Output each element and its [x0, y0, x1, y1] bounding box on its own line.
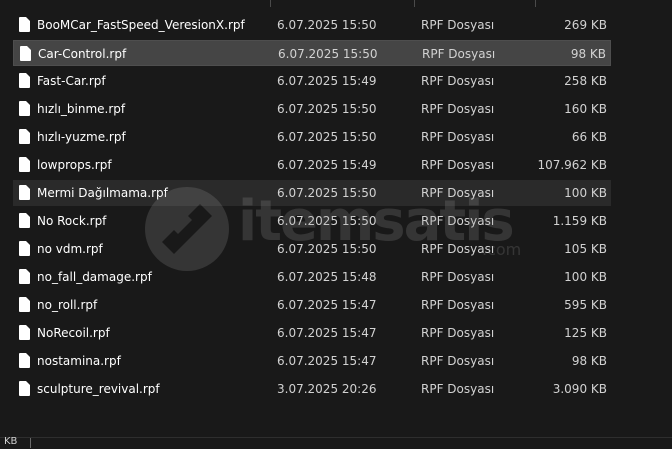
file-name: hızlı_binme.rpf	[37, 102, 126, 116]
file-name: lowprops.rpf	[37, 158, 112, 172]
file-icon	[19, 297, 30, 312]
file-type: RPF Dosyası	[421, 326, 495, 340]
file-row[interactable]: no_roll.rpf 6.07.2025 15:47 RPF Dosyası 595…	[13, 292, 611, 318]
file-type: RPF Dosyası	[421, 242, 495, 256]
file-size: 595 KB	[564, 298, 607, 312]
file-date: 6.07.2025 15:50	[278, 47, 378, 61]
column-separator[interactable]	[270, 0, 271, 7]
file-date: 6.07.2025 15:47	[277, 326, 377, 340]
file-size: 3.090 KB	[552, 382, 607, 396]
file-name: nostamina.rpf	[37, 354, 121, 368]
file-size: 1.159 KB	[552, 214, 607, 228]
file-icon	[19, 353, 30, 368]
file-icon	[19, 381, 30, 396]
file-date: 6.07.2025 15:49	[277, 74, 377, 88]
file-type: RPF Dosyası	[421, 382, 495, 396]
file-row[interactable]: Fast-Car.rpf 6.07.2025 15:49 RPF Dosyası 25…	[13, 68, 611, 94]
file-name: NoRecoil.rpf	[37, 326, 110, 340]
file-date: 6.07.2025 15:49	[277, 158, 377, 172]
column-separator[interactable]	[414, 0, 415, 7]
file-type: RPF Dosyası	[421, 130, 495, 144]
file-size: 100 KB	[564, 186, 607, 200]
file-type: RPF Dosyası	[421, 214, 495, 228]
file-icon	[19, 213, 30, 228]
file-row[interactable]: nostamina.rpf 6.07.2025 15:47 RPF Dosyası 9…	[13, 348, 611, 374]
file-type: RPF Dosyası	[421, 354, 495, 368]
file-type: RPF Dosyası	[422, 47, 496, 61]
file-date: 6.07.2025 15:50	[277, 214, 377, 228]
file-size: 258 KB	[564, 74, 607, 88]
file-icon	[19, 241, 30, 256]
file-row[interactable]: Mermi Dağılmama.rpf 6.07.2025 15:50 RPF Do…	[13, 180, 611, 206]
file-type: RPF Dosyası	[421, 18, 495, 32]
file-icon	[19, 185, 30, 200]
file-row[interactable]: No Rock.rpf 6.07.2025 15:50 RPF Dosyası 1.1…	[13, 208, 611, 234]
file-size: 107.962 KB	[537, 158, 607, 172]
file-name: no vdm.rpf	[37, 242, 103, 256]
file-icon	[19, 269, 30, 284]
file-row[interactable]: Car-Control.rpf 6.07.2025 15:50 RPF Dosyas…	[13, 40, 611, 66]
file-row[interactable]: no_fall_damage.rpf 6.07.2025 15:48 RPF Dos…	[13, 264, 611, 290]
file-icon	[19, 325, 30, 340]
status-text: KB	[4, 436, 18, 447]
file-name: no_roll.rpf	[37, 298, 98, 312]
file-row[interactable]: sculpture_revival.rpf 3.07.2025 20:26 RPF …	[13, 376, 611, 402]
column-separator[interactable]	[535, 0, 536, 7]
status-separator	[30, 438, 31, 448]
file-icon	[19, 129, 30, 144]
file-type: RPF Dosyası	[421, 186, 495, 200]
file-row[interactable]: no vdm.rpf 6.07.2025 15:50 RPF Dosyası 105 …	[13, 236, 611, 262]
file-name: hızlı-yuzme.rpf	[37, 130, 126, 144]
file-size: 160 KB	[564, 102, 607, 116]
file-name: Fast-Car.rpf	[37, 74, 106, 88]
file-icon	[19, 73, 30, 88]
file-icon	[19, 157, 30, 172]
file-row[interactable]: NoRecoil.rpf 6.07.2025 15:47 RPF Dosyası 12…	[13, 320, 611, 346]
file-date: 6.07.2025 15:50	[277, 130, 377, 144]
file-row[interactable]: lowprops.rpf 6.07.2025 15:49 RPF Dosyası 10…	[13, 152, 611, 178]
file-size: 66 KB	[571, 130, 607, 144]
file-type: RPF Dosyası	[421, 298, 495, 312]
file-date: 6.07.2025 15:47	[277, 354, 377, 368]
file-date: 6.07.2025 15:50	[277, 18, 377, 32]
file-date: 6.07.2025 15:48	[277, 270, 377, 284]
file-size: 98 KB	[571, 354, 607, 368]
file-name: Mermi Dağılmama.rpf	[37, 186, 168, 200]
file-type: RPF Dosyası	[421, 74, 495, 88]
file-size: 105 KB	[564, 242, 607, 256]
file-date: 3.07.2025 20:26	[277, 382, 377, 396]
file-icon	[20, 46, 31, 61]
status-bar: KB	[0, 436, 672, 449]
file-name: BooMCar_FastSpeed_VeresionX.rpf	[37, 18, 245, 32]
file-type: RPF Dosyası	[421, 158, 495, 172]
file-date: 6.07.2025 15:50	[277, 186, 377, 200]
file-row[interactable]: hızlı-yuzme.rpf 6.07.2025 15:50 RPF Dosyas…	[13, 124, 611, 150]
file-name: no_fall_damage.rpf	[37, 270, 152, 284]
file-name: No Rock.rpf	[37, 214, 107, 228]
file-type: RPF Dosyası	[421, 270, 495, 284]
file-icon	[19, 101, 30, 116]
file-date: 6.07.2025 15:50	[277, 242, 377, 256]
file-row[interactable]: hızlı_binme.rpf 6.07.2025 15:50 RPF Dosyas…	[13, 96, 611, 122]
file-row[interactable]: BooMCar_FastSpeed_VeresionX.rpf 6.07.2025…	[13, 12, 611, 38]
file-icon	[19, 17, 30, 32]
file-size: 100 KB	[564, 270, 607, 284]
file-size: 269 KB	[564, 18, 607, 32]
file-date: 6.07.2025 15:50	[277, 102, 377, 116]
file-name: Car-Control.rpf	[38, 47, 127, 61]
file-size: 98 KB	[570, 47, 606, 61]
file-date: 6.07.2025 15:47	[277, 298, 377, 312]
file-type: RPF Dosyası	[421, 102, 495, 116]
file-name: sculpture_revival.rpf	[37, 382, 160, 396]
file-size: 125 KB	[564, 326, 607, 340]
